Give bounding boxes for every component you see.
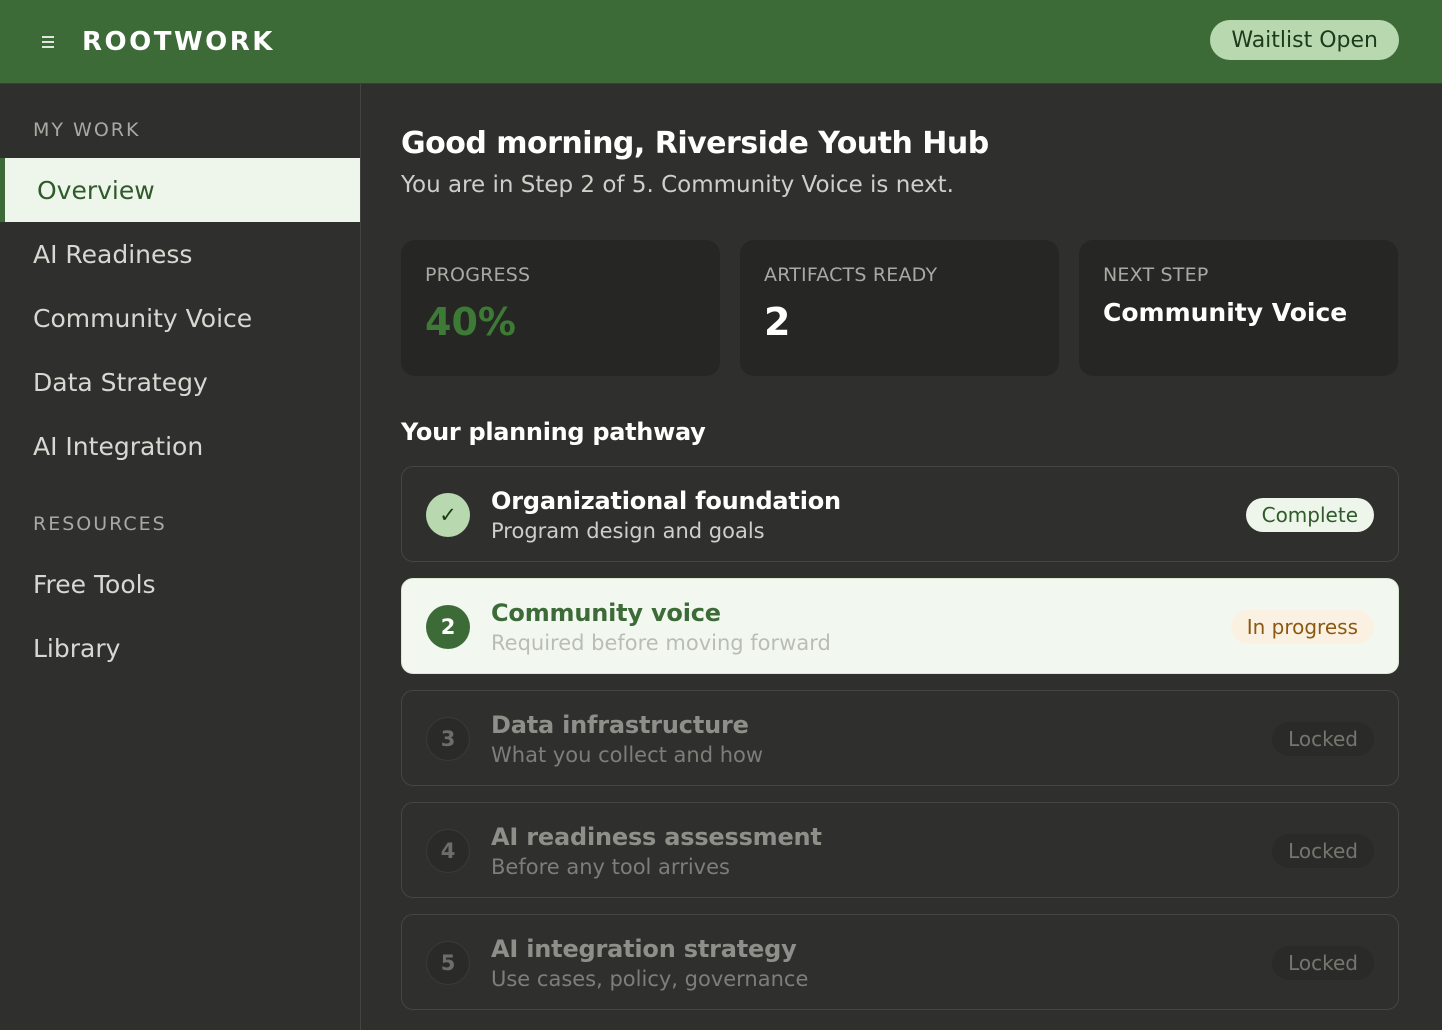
- step-title: Organizational foundation: [491, 487, 841, 515]
- page-subtitle: You are in Step 2 of 5. Community Voice …: [401, 172, 954, 198]
- step-text: Data infrastructure What you collect and…: [491, 711, 763, 767]
- app-root: ROOTWORK Waitlist Open MY WORK Overview …: [0, 0, 1442, 1030]
- checkmark-icon: ✓: [426, 493, 470, 537]
- status-badge: Complete: [1245, 498, 1374, 532]
- stat-value: 2: [764, 300, 791, 344]
- status-badge: Locked: [1272, 946, 1374, 980]
- hamburger-icon[interactable]: [40, 32, 60, 52]
- stat-value: 40%: [425, 300, 516, 344]
- stat-label: PROGRESS: [425, 264, 531, 286]
- pathway-step-ai-readiness-assessment[interactable]: 4 AI readiness assessment Before any too…: [401, 802, 1399, 898]
- page-title: Good morning, Riverside Youth Hub: [401, 126, 989, 161]
- stat-card-progress: PROGRESS 40%: [401, 240, 720, 376]
- step-title: Community voice: [491, 599, 721, 627]
- stat-card-artifacts: ARTIFACTS READY 2: [740, 240, 1059, 376]
- sidebar-item-overview[interactable]: Overview: [0, 158, 360, 222]
- brand-logo: ROOTWORK: [82, 26, 275, 57]
- pathway-step-organizational-foundation[interactable]: ✓ Organizational foundation Program desi…: [401, 466, 1399, 562]
- pathway-step-ai-integration-strategy[interactable]: 5 AI integration strategy Use cases, pol…: [401, 914, 1399, 1010]
- step-number: 5: [426, 941, 470, 985]
- step-number: 3: [426, 717, 470, 761]
- sidebar-item-ai-readiness[interactable]: AI Readiness: [0, 222, 360, 286]
- step-description: Required before moving forward: [491, 631, 831, 655]
- top-bar: ROOTWORK Waitlist Open: [0, 0, 1442, 84]
- status-badge: In progress: [1230, 610, 1374, 644]
- step-description: Before any tool arrives: [491, 855, 730, 879]
- sidebar-section-my-work: MY WORK: [33, 119, 141, 141]
- status-badge: Locked: [1272, 722, 1374, 756]
- sidebar-item-free-tools[interactable]: Free Tools: [0, 552, 360, 616]
- step-number: 2: [426, 605, 470, 649]
- sidebar-section-resources: RESOURCES: [33, 513, 167, 535]
- stat-card-next-step[interactable]: NEXT STEP Community Voice: [1079, 240, 1398, 376]
- status-badge: Locked: [1272, 834, 1374, 868]
- stat-label: ARTIFACTS READY: [764, 264, 938, 286]
- sidebar: MY WORK Overview AI Readiness Community …: [0, 84, 361, 1030]
- waitlist-button[interactable]: Waitlist Open: [1210, 20, 1399, 60]
- step-number: 4: [426, 829, 470, 873]
- pathway-step-community-voice[interactable]: 2 Community voice Required before moving…: [401, 578, 1399, 674]
- pathway-heading: Your planning pathway: [401, 418, 706, 446]
- sidebar-item-community-voice[interactable]: Community Voice: [0, 286, 360, 350]
- step-title: Data infrastructure: [491, 711, 749, 739]
- step-description: What you collect and how: [491, 743, 764, 767]
- step-title: AI readiness assessment: [491, 823, 822, 851]
- step-text: AI integration strategy Use cases, polic…: [491, 935, 808, 991]
- step-text: Organizational foundation Program design…: [491, 487, 841, 543]
- step-description: Use cases, policy, governance: [491, 967, 809, 991]
- sidebar-item-library[interactable]: Library: [0, 616, 360, 680]
- step-description: Program design and goals: [491, 519, 765, 543]
- pathway-list: ✓ Organizational foundation Program desi…: [401, 466, 1399, 1026]
- step-text: AI readiness assessment Before any tool …: [491, 823, 822, 879]
- pathway-step-data-infrastructure[interactable]: 3 Data infrastructure What you collect a…: [401, 690, 1399, 786]
- step-title: AI integration strategy: [491, 935, 797, 963]
- stats-row: PROGRESS 40% ARTIFACTS READY 2 NEXT STEP…: [401, 240, 1399, 376]
- sidebar-item-data-strategy[interactable]: Data Strategy: [0, 350, 360, 414]
- stat-label: NEXT STEP: [1103, 264, 1209, 286]
- stat-value: Community Voice: [1103, 298, 1348, 327]
- step-text: Community voice Required before moving f…: [491, 599, 831, 655]
- sidebar-item-ai-integration[interactable]: AI Integration: [0, 414, 360, 478]
